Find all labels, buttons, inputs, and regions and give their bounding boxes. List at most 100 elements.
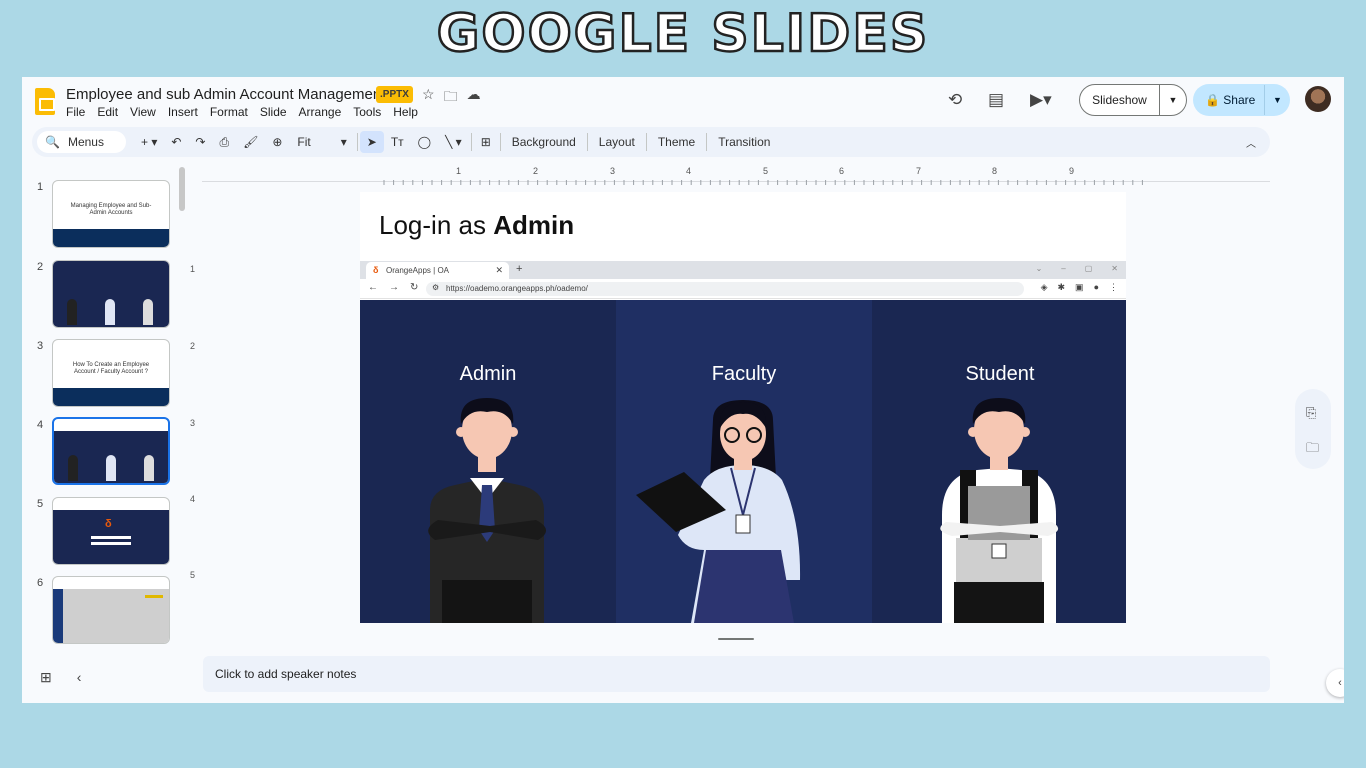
menu-insert[interactable]: Insert <box>168 105 198 119</box>
share-dropdown-icon[interactable]: ▼ <box>1265 95 1290 105</box>
browser-screenshot[interactable]: δ OrangeApps | OA ✕ + ⌄ – ▢ ✕ ← → ↻ ⚙ ht… <box>360 261 1126 623</box>
cloud-status-icon[interactable]: ☁ <box>467 86 481 110</box>
menu-view[interactable]: View <box>130 105 156 119</box>
student-panel: Student <box>872 300 1126 623</box>
slides-logo-icon[interactable] <box>35 88 55 115</box>
layout-button[interactable]: Layout <box>590 135 644 149</box>
ruler-label: 1 <box>456 166 462 176</box>
text-box-icon[interactable]: Tт <box>384 135 411 149</box>
meet-camera-icon[interactable]: ▶▾ <box>1030 90 1052 110</box>
thumbnail-text: Managing Employee and Sub-Admin Accounts <box>70 203 152 216</box>
avatar[interactable] <box>1305 86 1331 112</box>
thumbnail-figure <box>67 299 77 325</box>
slide-title[interactable]: Log-in as Admin <box>379 210 574 241</box>
menu-slide[interactable]: Slide <box>260 105 287 119</box>
menus-search[interactable]: 🔍 Menus <box>37 131 126 153</box>
folder-icon[interactable]: 🗀 <box>1306 439 1319 461</box>
shape-icon[interactable]: ◯ <box>411 135 438 149</box>
browser-tab: δ OrangeApps | OA ✕ <box>366 262 509 279</box>
slideshow-button[interactable]: Slideshow ▼ <box>1079 84 1187 116</box>
thumbnail-band <box>53 229 169 247</box>
star-icon[interactable]: ☆ <box>422 86 435 110</box>
site-info-icon: ⚙ <box>432 283 440 292</box>
menus-label: Menus <box>67 135 104 149</box>
ruler-label: 3 <box>610 166 616 176</box>
ruler-label: 2 <box>190 341 196 351</box>
speaker-notes[interactable]: Click to add speaker notes <box>203 656 1270 692</box>
new-slide-icon[interactable]: + ▾ <box>134 135 164 149</box>
ruler-top: 1 2 3 4 5 6 7 8 9 <box>202 166 1270 185</box>
share-button[interactable]: 🔒 Share ▼ <box>1193 84 1290 116</box>
student-figure-illustration <box>940 398 1059 623</box>
close-icon: ✕ <box>495 265 503 275</box>
filmstrip-scrollbar[interactable] <box>179 167 185 211</box>
slideshow-label[interactable]: Slideshow <box>1080 85 1160 115</box>
more-vert-icon: ⋮ <box>1109 282 1118 292</box>
print-icon[interactable]: ⎙ <box>212 135 236 150</box>
ruler-label: 5 <box>190 570 196 580</box>
expand-side-panel-icon[interactable]: ‹ <box>1326 669 1344 697</box>
menu-file[interactable]: File <box>66 105 85 119</box>
role-panels: Admin Faculty Student <box>360 300 1126 623</box>
theme-button[interactable]: Theme <box>649 135 704 149</box>
slide-thumbnail-1[interactable]: Managing Employee and Sub-Admin Accounts <box>52 180 170 248</box>
move-folder-icon[interactable]: 🗀 <box>444 86 458 110</box>
slide-number: 4 <box>37 419 44 431</box>
menu-edit[interactable]: Edit <box>97 105 118 119</box>
version-history-icon[interactable]: ⟲ <box>948 90 962 110</box>
side-panel: ⎘ 🗀 <box>1295 389 1331 469</box>
line-icon[interactable]: ╲ ▾ <box>438 135 469 149</box>
ruler-left: 1 2 3 4 5 <box>190 192 204 622</box>
keep-icon[interactable]: ⎘ <box>1306 405 1316 421</box>
select-tool-icon[interactable]: ➤ <box>359 131 384 153</box>
toolbar-divider <box>586 133 588 151</box>
slides-app: Employee and sub Admin Account Managemen… <box>22 77 1344 703</box>
menu-arrange[interactable]: Arrange <box>299 105 342 119</box>
ruler-label: 9 <box>1069 166 1075 176</box>
redo-icon[interactable]: ↷ <box>188 135 212 149</box>
faculty-figure-illustration <box>636 400 801 623</box>
ruler-label: 4 <box>190 494 196 504</box>
slide-number: 5 <box>37 498 44 510</box>
share-label[interactable]: 🔒 Share <box>1193 85 1265 115</box>
menu-bar: File Edit View Insert Format Slide Arran… <box>66 105 418 119</box>
slide-thumbnail-6[interactable] <box>52 576 170 644</box>
slide-thumbnail-2[interactable] <box>52 260 170 328</box>
zoom-select[interactable]: Fit ▾ <box>289 135 354 149</box>
notes-resize-handle[interactable] <box>718 638 754 640</box>
collapse-filmstrip-icon[interactable]: ‹ <box>77 669 82 686</box>
chevron-up-icon[interactable]: ︿ <box>1246 135 1256 150</box>
undo-icon[interactable]: ↶ <box>164 135 188 149</box>
thumbnail-band <box>53 388 169 406</box>
thumbnail-figure <box>68 455 78 481</box>
comment-add-icon[interactable]: ⊞ <box>474 135 498 149</box>
browser-tabstrip: δ OrangeApps | OA ✕ + ⌄ – ▢ ✕ <box>360 261 1126 279</box>
zoom-icon[interactable]: ⊕ <box>265 135 289 149</box>
browser-tab-title: OrangeApps | OA <box>386 266 449 275</box>
menu-help[interactable]: Help <box>393 105 418 119</box>
profile-icon: ● <box>1093 282 1099 292</box>
menu-tools[interactable]: Tools <box>353 105 381 119</box>
slide-thumbnail-4[interactable] <box>52 417 170 485</box>
thumbnail-figure <box>144 455 154 481</box>
admin-panel: Admin <box>360 300 616 623</box>
thumbnail-button <box>145 595 163 598</box>
paint-format-icon[interactable]: 🖌 <box>236 135 265 149</box>
background-button[interactable]: Background <box>503 135 585 149</box>
grid-view-icon[interactable]: ⊞ <box>40 669 52 686</box>
slide-thumbnail-5[interactable]: δ <box>52 497 170 565</box>
menu-format[interactable]: Format <box>210 105 248 119</box>
slide-thumbnail-3[interactable]: How To Create an Employee Account / Facu… <box>52 339 170 407</box>
document-title[interactable]: Employee and sub Admin Account Managemen… <box>66 86 385 103</box>
slide-canvas[interactable]: Log-in as Admin δ OrangeApps | OA ✕ + ⌄ … <box>360 192 1126 623</box>
admin-label: Admin <box>459 363 517 385</box>
student-label: Student <box>965 363 1035 385</box>
ruler-label: 2 <box>533 166 539 176</box>
transition-button[interactable]: Transition <box>709 135 779 149</box>
toolbar-divider <box>470 133 472 151</box>
slideshow-dropdown-icon[interactable]: ▼ <box>1160 95 1186 105</box>
browser-url: https://oademo.orangeapps.ph/oademo/ <box>446 284 588 293</box>
back-icon: ← <box>368 282 378 293</box>
comments-icon[interactable]: ▤ <box>988 90 1004 110</box>
ruler-label: 1 <box>190 264 196 274</box>
